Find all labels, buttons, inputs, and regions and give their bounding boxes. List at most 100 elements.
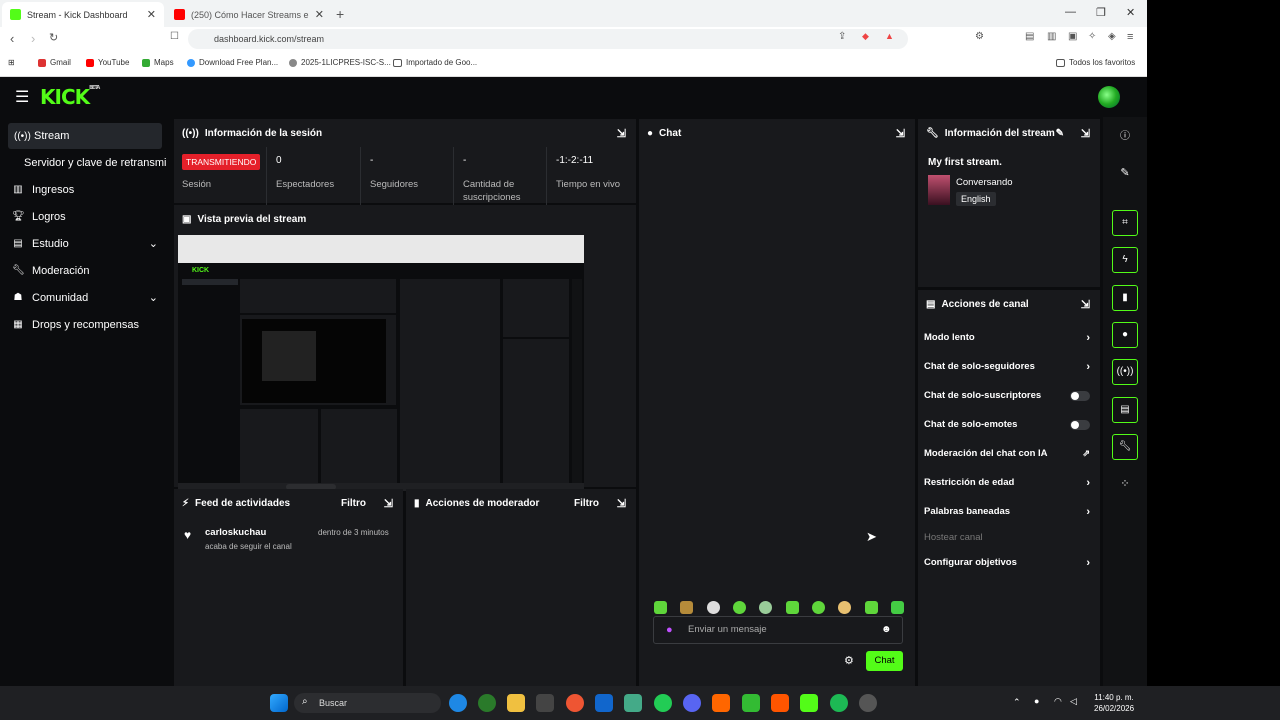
- chat-send-button[interactable]: Chat: [866, 651, 903, 671]
- action-followers-only[interactable]: Chat de solo-seguidores ›: [918, 352, 1100, 381]
- wallet-icon[interactable]: ▣: [1068, 31, 1077, 42]
- discord-icon[interactable]: [683, 694, 701, 712]
- microphone-tray-icon[interactable]: ●: [1034, 696, 1039, 706]
- emote-1-icon[interactable]: [654, 601, 667, 614]
- sidebar-item-estudio[interactable]: ▤ Estudio ⌄: [0, 230, 170, 257]
- category-thumbnail[interactable]: [928, 175, 950, 205]
- emote-2-icon[interactable]: [680, 601, 694, 614]
- expand-icon[interactable]: ⇲: [384, 497, 393, 510]
- user-avatar[interactable]: [1098, 86, 1120, 108]
- tray-chevron-icon[interactable]: ⌃: [1013, 697, 1021, 708]
- chrome-icon[interactable]: [566, 694, 584, 712]
- stream-preview-video[interactable]: KICK: [178, 235, 584, 491]
- maximize-icon[interactable]: ❐: [1096, 6, 1106, 19]
- kick-app-icon[interactable]: [800, 694, 818, 712]
- tab-kick-dashboard[interactable]: Stream - Kick Dashboard ✕: [2, 2, 164, 27]
- sidebar-item-drops[interactable]: ▦ Drops y recompensas: [0, 311, 170, 338]
- bookmark-licpres[interactable]: 2025-1LICPRES-ISC-S...: [289, 58, 391, 67]
- wifi-icon[interactable]: ◠: [1054, 696, 1062, 707]
- sidebar-item-server-key[interactable]: Servidor y clave de retransmi: [0, 149, 170, 176]
- action-ai-moderation[interactable]: Moderación del chat con IA ⇗: [918, 439, 1100, 468]
- chevron-down-icon[interactable]: ⌄: [149, 291, 158, 304]
- url-input[interactable]: dashboard.kick.com/stream: [188, 29, 908, 49]
- action-slow-mode[interactable]: Modo lento ›: [918, 323, 1100, 352]
- expand-icon[interactable]: ⇲: [1081, 127, 1090, 140]
- hamburger-menu-icon[interactable]: ☰: [15, 87, 29, 107]
- emoji-icon[interactable]: ☻: [881, 624, 892, 635]
- expand-icon[interactable]: ⇲: [617, 127, 626, 140]
- stream-category[interactable]: Conversando: [956, 177, 1013, 188]
- edit-icon[interactable]: ✎: [1112, 160, 1138, 186]
- action-goals[interactable]: Configurar objetivos ›: [918, 548, 1100, 577]
- back-icon[interactable]: ‹: [10, 31, 14, 46]
- ai-icon[interactable]: ✧: [1088, 31, 1096, 42]
- library-icon[interactable]: ▤: [1025, 31, 1034, 42]
- sidebar-item-ingresos[interactable]: ▥ Ingresos: [0, 176, 170, 203]
- expand-icon[interactable]: ⇲: [617, 497, 626, 510]
- microphone-icon[interactable]: ●: [666, 624, 673, 636]
- bookmark-download[interactable]: Download Free Plan...: [187, 58, 278, 67]
- layout-icon[interactable]: ▤: [1112, 397, 1138, 423]
- minecraft-icon[interactable]: [742, 694, 760, 712]
- kick-logo[interactable]: KICKBETA: [40, 85, 100, 109]
- chevron-down-icon[interactable]: ⌄: [149, 237, 158, 250]
- close-tab-icon[interactable]: ✕: [315, 8, 324, 21]
- bookmark-youtube[interactable]: YouTube: [86, 58, 129, 67]
- sidebar-toggle-icon[interactable]: ▥: [1047, 31, 1056, 42]
- wrench-icon[interactable]: 🔧︎: [1112, 434, 1138, 460]
- emote-9-icon[interactable]: [864, 601, 878, 614]
- bookmark-page-icon[interactable]: ☐: [170, 31, 179, 42]
- photos-icon[interactable]: [624, 694, 642, 712]
- chat-bubble-icon[interactable]: ●: [1112, 322, 1138, 348]
- subs-only-toggle[interactable]: [1070, 390, 1090, 401]
- expand-icon[interactable]: ⇲: [1081, 298, 1090, 311]
- expand-icon[interactable]: ⇲: [896, 127, 905, 140]
- bookmark-gmail[interactable]: Gmail: [38, 58, 71, 67]
- chat-message-input[interactable]: Enviar un mensaje: [653, 616, 903, 644]
- new-tab-icon[interactable]: +: [336, 6, 344, 22]
- mail-icon[interactable]: [595, 694, 613, 712]
- extensions-icon[interactable]: ⚙: [975, 31, 984, 42]
- edit-icon[interactable]: ✎: [1056, 128, 1064, 139]
- chat-settings-icon[interactable]: ⚙: [844, 654, 854, 667]
- emotes-only-toggle[interactable]: [1070, 419, 1090, 430]
- activity-filter-button[interactable]: Filtro: [341, 498, 366, 509]
- bolt-icon[interactable]: ϟ: [1112, 247, 1138, 273]
- sidebar-item-stream[interactable]: ((•)) Stream: [8, 123, 162, 149]
- tab-youtube[interactable]: (250) Cómo Hacer Streams en KICK (C ✕: [166, 2, 332, 27]
- action-age-restriction[interactable]: Restricción de edad ›: [918, 468, 1100, 497]
- sidebar-item-moderacion[interactable]: 🔧︎ Moderación: [0, 257, 170, 284]
- file-explorer-icon[interactable]: [507, 694, 525, 712]
- bookmark-maps[interactable]: Maps: [142, 58, 174, 67]
- apps-icon[interactable]: ⊞: [8, 58, 15, 67]
- nodes-icon[interactable]: ⁘: [1112, 471, 1138, 497]
- reload-icon[interactable]: ↻: [49, 31, 58, 44]
- taskbar-clock[interactable]: 11:40 p. m. 26/02/2026: [1094, 692, 1134, 714]
- edge-icon[interactable]: [449, 694, 467, 712]
- taskbar-search[interactable]: Buscar: [294, 693, 441, 713]
- emote-5-icon[interactable]: [759, 601, 773, 614]
- share-icon[interactable]: ⇪: [838, 31, 846, 42]
- document-icon[interactable]: ▮: [1112, 285, 1138, 311]
- app-orange-icon[interactable]: [712, 694, 730, 712]
- close-tab-icon[interactable]: ✕: [147, 8, 156, 21]
- brave-rewards-icon[interactable]: ▲: [885, 31, 894, 41]
- clip-icon[interactable]: ⌗: [1112, 210, 1138, 236]
- bookmark-all[interactable]: Todos los favoritos: [1056, 58, 1135, 67]
- obs-icon[interactable]: [859, 694, 877, 712]
- sidebar-item-logros[interactable]: 🏆︎ Logros: [0, 203, 170, 230]
- vpn-icon[interactable]: ◈: [1108, 31, 1116, 42]
- emote-8-icon[interactable]: [838, 601, 852, 614]
- volume-icon[interactable]: ◁: [1070, 696, 1077, 707]
- whatsapp-icon[interactable]: [654, 694, 672, 712]
- forward-icon[interactable]: ›: [31, 31, 35, 46]
- sidebar-item-comunidad[interactable]: ☗ Comunidad ⌄: [0, 284, 170, 311]
- close-window-icon[interactable]: ✕: [1126, 6, 1135, 19]
- menu-icon[interactable]: ≡: [1127, 31, 1133, 43]
- spotify-icon[interactable]: [830, 694, 848, 712]
- emote-3-icon[interactable]: [706, 601, 720, 614]
- minimize-icon[interactable]: —: [1065, 6, 1076, 18]
- info-icon[interactable]: ⓘ: [1112, 124, 1138, 150]
- emote-7-icon[interactable]: [811, 601, 825, 614]
- broadcast-icon[interactable]: ((•)): [1112, 359, 1138, 385]
